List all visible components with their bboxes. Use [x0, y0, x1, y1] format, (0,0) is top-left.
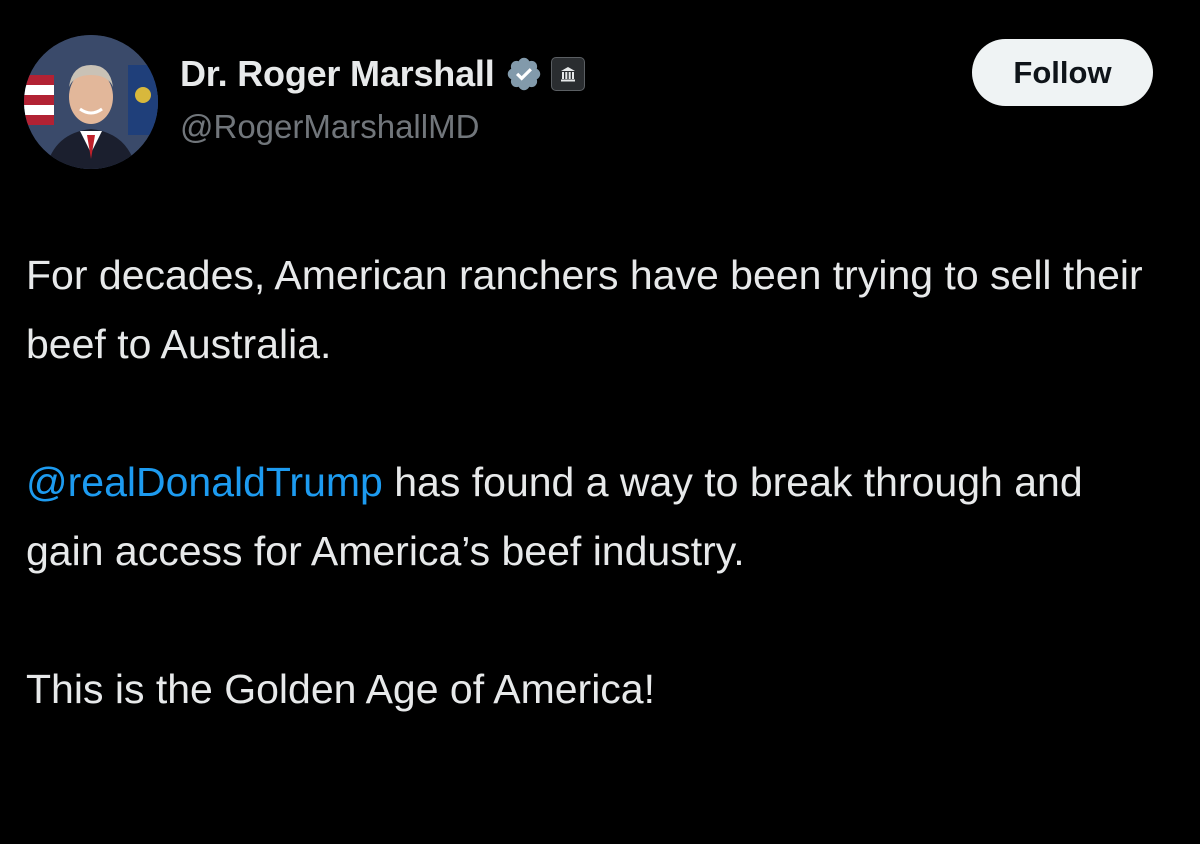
government-building-icon[interactable] [550, 57, 585, 91]
tweet-text: For decades, American ranchers have been… [26, 241, 1166, 724]
profile-photo [24, 35, 158, 169]
avatar[interactable] [24, 35, 158, 169]
display-name-row: Dr. Roger Marshall [180, 50, 585, 98]
verified-badge-icon[interactable] [505, 55, 543, 93]
tweet-paragraph-3: This is the Golden Age of America! [26, 666, 655, 712]
display-name[interactable]: Dr. Roger Marshall [180, 53, 495, 95]
mention-link[interactable]: @realDonaldTrump [26, 459, 383, 505]
tweet-paragraph-2: @realDonaldTrump has found a way to brea… [26, 448, 1166, 586]
follow-button[interactable]: Follow [972, 39, 1153, 106]
tweet-paragraph-1: For decades, American ranchers have been… [26, 252, 1143, 367]
author-handle[interactable]: @RogerMarshallMD [180, 108, 479, 146]
post-card: Dr. Roger Marshall @RogerMarshallMD Foll… [0, 0, 1200, 844]
